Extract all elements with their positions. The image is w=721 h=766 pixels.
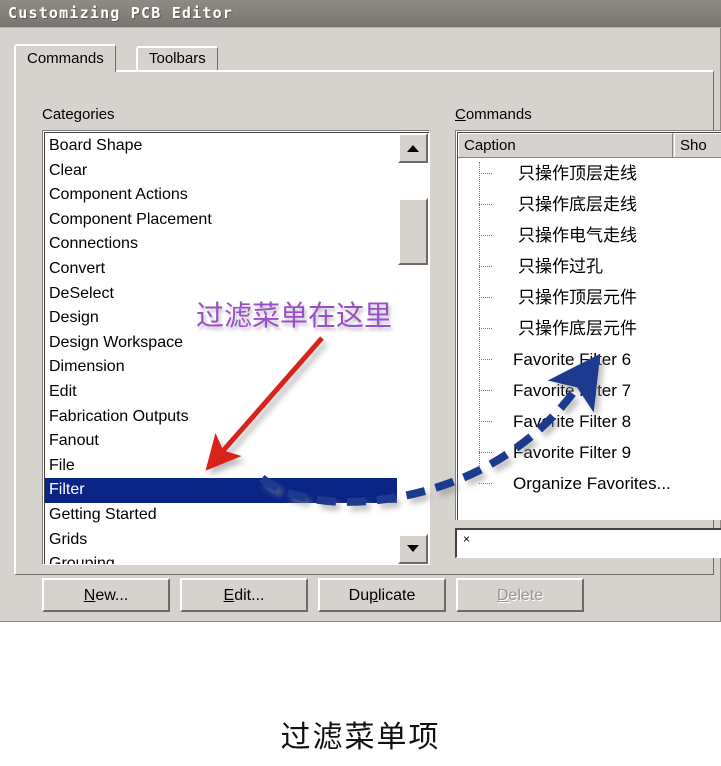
category-item[interactable]: Board Shape	[45, 134, 397, 159]
tab-strip: Commands Toolbars	[14, 44, 714, 72]
tree-stub-line	[479, 173, 492, 174]
tab-toolbars-label: Toolbars	[149, 50, 206, 67]
category-item[interactable]: Dimension	[45, 355, 397, 380]
edit-button-label: Edit...	[223, 587, 265, 604]
new-button[interactable]: New...	[42, 578, 170, 612]
command-row[interactable]: Organize Favorites...	[458, 468, 721, 499]
scrollbar-thumb[interactable]	[398, 198, 428, 265]
category-item[interactable]: Component Placement	[45, 208, 397, 233]
tree-stub-line	[479, 483, 492, 484]
commands-label-rest: ommands	[465, 106, 532, 123]
command-caption: Favorite Filter 8	[513, 412, 632, 431]
tree-stub-line	[479, 390, 492, 391]
category-item[interactable]: Fanout	[45, 429, 397, 454]
tree-stub-line	[479, 235, 492, 236]
tree-stub-line	[479, 204, 492, 205]
command-row[interactable]: Favorite Filter 7	[458, 375, 721, 406]
tree-stub-line	[479, 359, 492, 360]
command-row[interactable]: Favorite Filter 8	[458, 406, 721, 437]
categories-listbox-inner: Board Shape Clear Component Actions Compone…	[44, 132, 429, 564]
category-item[interactable]: Grids	[45, 528, 397, 553]
command-caption: Favorite Filter 7	[513, 381, 632, 400]
category-item-selected[interactable]: Filter	[45, 478, 401, 503]
dialog-titlebar: Customizing PCB Editor	[0, 0, 721, 28]
command-caption: 只操作电气走线	[518, 226, 637, 245]
tree-stub-line	[479, 452, 492, 453]
command-row[interactable]: 只操作顶层元件	[458, 282, 721, 313]
command-caption: 只操作顶层元件	[518, 288, 637, 307]
column-header-caption[interactable]: Caption	[458, 133, 673, 157]
command-row[interactable]: Favorite Filter 9	[458, 437, 721, 468]
delete-button-label: Delete	[496, 587, 544, 604]
category-item[interactable]: Component Actions	[45, 183, 397, 208]
category-item[interactable]: Connections	[45, 232, 397, 257]
dialog-title: Customizing PCB Editor	[8, 4, 234, 22]
commands-filter-input[interactable]: ×	[455, 528, 721, 558]
tree-stub-line	[479, 421, 492, 422]
category-item[interactable]: Fabrication Outputs	[45, 405, 397, 430]
commands-column-header: Caption Sho	[458, 133, 721, 158]
commands-listview[interactable]: Caption Sho 只操作顶层走线 只操作底层走线 只操作电气走线 只操作过孔 只操…	[455, 130, 721, 520]
command-caption: 只操作底层元件	[518, 319, 637, 338]
commands-listview-inner: Caption Sho 只操作顶层走线 只操作底层走线 只操作电气走线 只操作过孔 只操…	[457, 132, 721, 520]
category-item[interactable]: Clear	[45, 159, 397, 184]
categories-label: Categories	[42, 106, 115, 123]
command-caption: 只操作过孔	[518, 257, 603, 276]
commands-rows[interactable]: 只操作顶层走线 只操作底层走线 只操作电气走线 只操作过孔只操作顶层元件 只操作底层元件…	[458, 158, 721, 520]
categories-list[interactable]: Board Shape Clear Component Actions Compone…	[45, 134, 401, 564]
category-item[interactable]: Getting Started	[45, 503, 397, 528]
tree-stub-line	[479, 297, 492, 298]
duplicate-button-label: Duplicate	[348, 587, 416, 604]
command-row[interactable]: 只操作过孔	[458, 251, 721, 282]
column-header-shortcut[interactable]: Sho	[674, 133, 721, 157]
tab-commands[interactable]: Commands	[14, 44, 116, 72]
purple-annotation-note: 过滤菜单在这里	[196, 299, 393, 332]
commands-label: Commands	[455, 106, 532, 123]
figure-caption: 过滤菜单项	[280, 720, 441, 755]
delete-button: Delete	[456, 578, 584, 612]
command-row[interactable]: 只操作底层元件	[458, 313, 721, 344]
command-row[interactable]: 只操作顶层走线	[458, 158, 721, 189]
command-caption: Organize Favorites...	[513, 474, 671, 493]
command-row[interactable]: Favorite Filter 6	[458, 344, 721, 375]
commands-label-accel: C	[455, 106, 466, 123]
scroll-down-button[interactable]	[398, 534, 428, 564]
categories-listbox[interactable]: Board Shape Clear Component Actions Compone…	[42, 130, 430, 565]
tree-stub-line	[479, 328, 492, 329]
commands-filter-value: ×	[463, 532, 471, 546]
duplicate-button[interactable]: Duplicate	[318, 578, 446, 612]
triangle-up-icon	[407, 145, 419, 152]
triangle-down-icon	[407, 545, 419, 552]
command-row[interactable]: 只操作底层走线	[458, 189, 721, 220]
tab-commands-label: Commands	[27, 50, 104, 67]
command-caption: 只操作顶层走线	[518, 164, 637, 183]
category-item[interactable]: Grouping	[45, 552, 397, 564]
category-item[interactable]: Convert	[45, 257, 397, 282]
command-caption: 只操作底层走线	[518, 195, 637, 214]
command-caption: Favorite Filter 9	[513, 443, 632, 462]
tab-toolbars[interactable]: Toolbars	[136, 46, 218, 70]
categories-scrollbar[interactable]	[397, 133, 429, 564]
scroll-up-button[interactable]	[398, 133, 428, 163]
new-button-label: New...	[83, 587, 129, 604]
category-item[interactable]: Design Workspace	[45, 331, 397, 356]
edit-button[interactable]: Edit...	[180, 578, 308, 612]
command-row[interactable]: 只操作电气走线	[458, 220, 721, 251]
category-item[interactable]: File	[45, 454, 397, 479]
tree-stub-line	[479, 266, 492, 267]
command-caption: Favorite Filter 6	[513, 350, 632, 369]
category-item[interactable]: Edit	[45, 380, 397, 405]
